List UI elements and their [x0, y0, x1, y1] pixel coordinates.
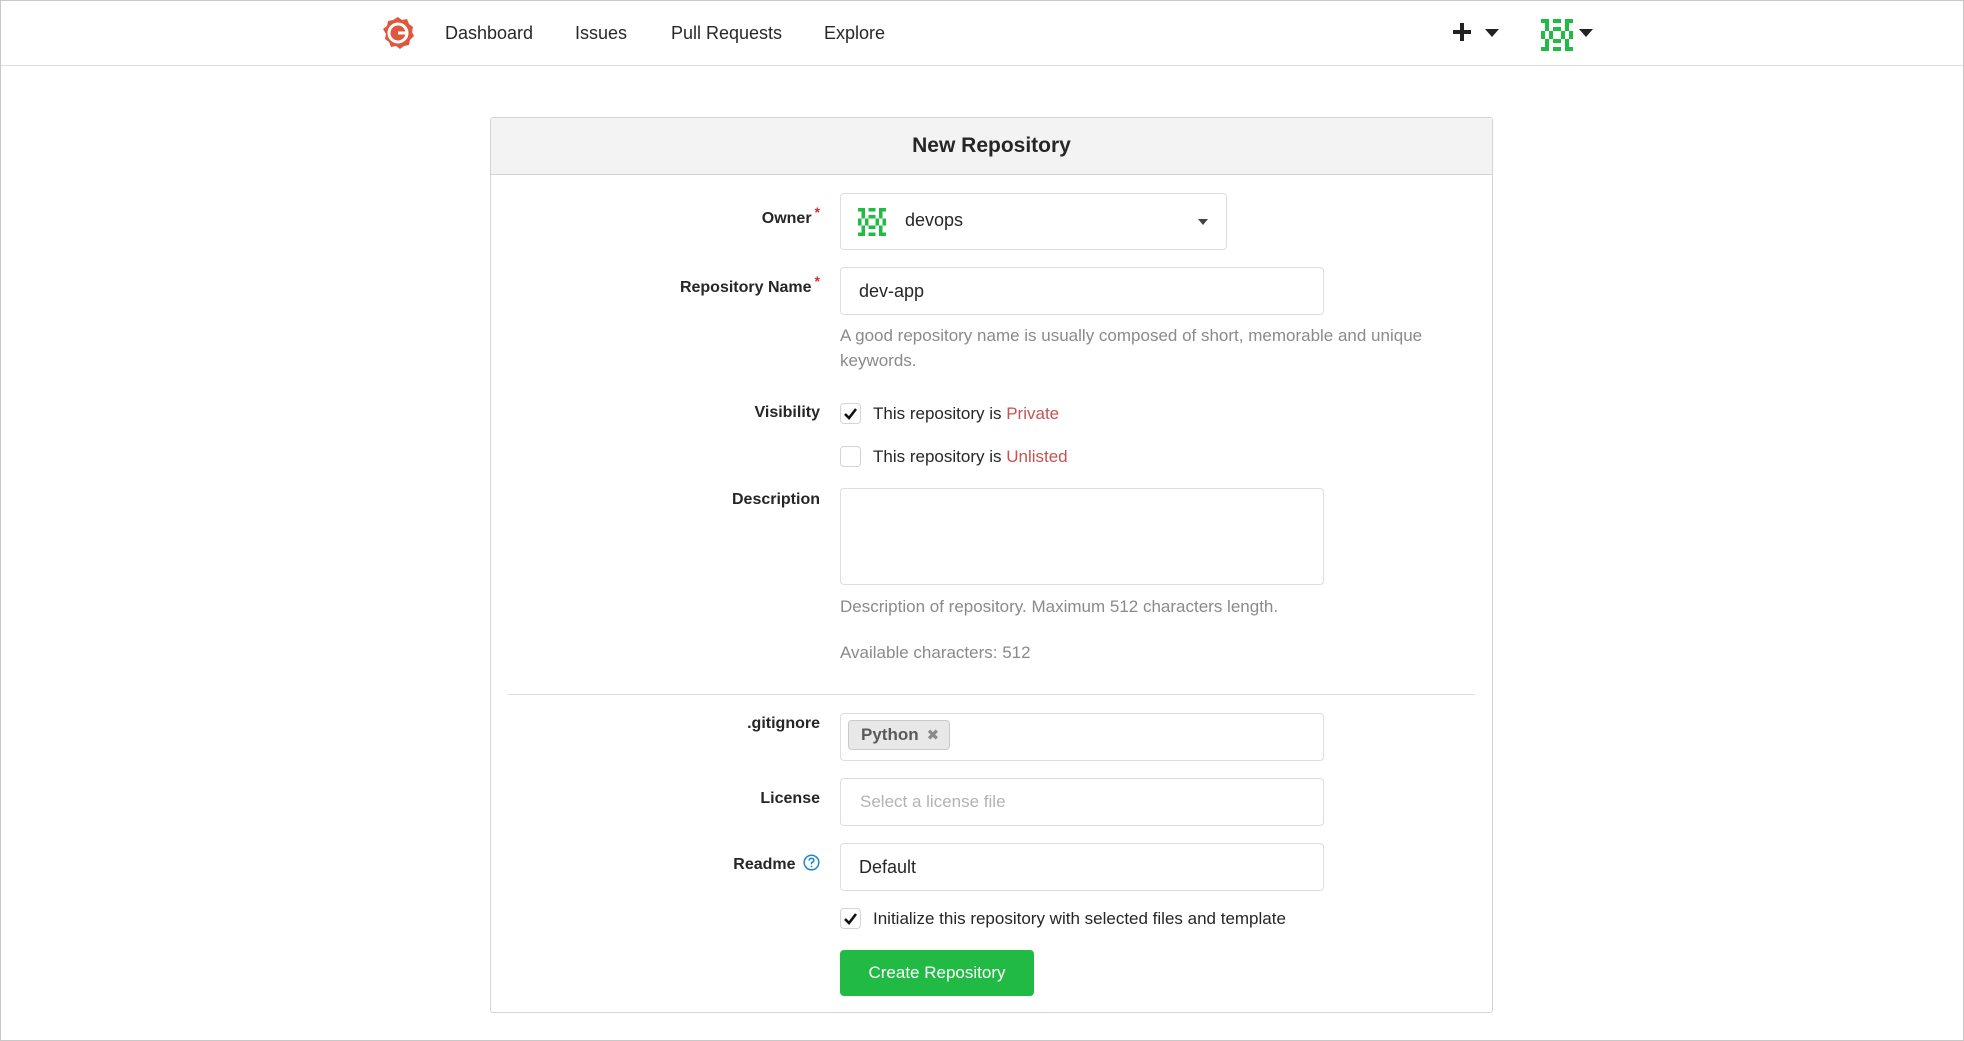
- nav-pull-requests[interactable]: Pull Requests: [671, 1, 782, 65]
- plus-icon[interactable]: [1451, 21, 1473, 43]
- available-characters: Available characters: 512: [840, 643, 1031, 662]
- readme-label: Readme: [733, 854, 820, 874]
- required-marker: *: [814, 204, 820, 220]
- license-label: License: [760, 790, 820, 807]
- user-menu-caret-icon[interactable]: [1579, 29, 1593, 37]
- gitignore-tag-label: Python: [861, 725, 919, 744]
- owner-label: Owner *: [761, 204, 820, 227]
- question-circle-icon[interactable]: [803, 854, 820, 871]
- new-repository-form: New Repository Owner * devops Repository…: [490, 117, 1493, 1013]
- init-label[interactable]: Initialize this repository with selected…: [873, 909, 1286, 929]
- repo-name-label: Repository Name *: [679, 273, 820, 296]
- gitignore-label: .gitignore: [747, 715, 820, 732]
- license-select[interactable]: Select a license file: [840, 778, 1324, 826]
- user-avatar-icon[interactable]: [1541, 19, 1573, 51]
- owner-avatar-icon: [858, 208, 886, 236]
- repo-name-value: dev-app: [859, 281, 925, 301]
- readme-value: Default: [859, 857, 917, 877]
- private-checkbox[interactable]: [840, 403, 861, 424]
- form-title: New Repository: [491, 118, 1492, 175]
- private-label[interactable]: This repository is Private: [873, 404, 1059, 424]
- checkmark-icon: [844, 408, 858, 420]
- gitignore-select[interactable]: Python ✖: [840, 713, 1324, 761]
- create-repository-button[interactable]: Create Repository: [840, 950, 1034, 996]
- top-navbar: Dashboard Issues Pull Requests Explore: [1, 1, 1963, 66]
- remove-tag-icon[interactable]: ✖: [927, 727, 940, 744]
- init-checkbox[interactable]: [840, 908, 861, 929]
- nav-dashboard[interactable]: Dashboard: [445, 1, 533, 65]
- gitea-logo-icon[interactable]: [381, 16, 415, 50]
- owner-dropdown[interactable]: devops: [840, 193, 1227, 250]
- readme-select[interactable]: Default: [840, 843, 1324, 891]
- owner-value: devops: [905, 210, 964, 230]
- description-label: Description: [731, 491, 820, 508]
- required-marker: *: [814, 273, 820, 289]
- unlisted-label[interactable]: This repository is Unlisted: [873, 447, 1068, 467]
- section-divider: [508, 694, 1475, 695]
- unlisted-checkbox[interactable]: [840, 446, 861, 467]
- description-textarea[interactable]: [840, 488, 1324, 585]
- repo-name-input[interactable]: dev-app: [840, 267, 1324, 315]
- gitignore-tag[interactable]: Python ✖: [848, 720, 951, 750]
- checkmark-icon: [844, 913, 858, 925]
- create-menu-caret-icon[interactable]: [1485, 29, 1499, 37]
- browser-frame: Dashboard Issues Pull Requests Explore N…: [0, 0, 1964, 1041]
- visibility-label: Visibility: [754, 404, 820, 421]
- nav-explore[interactable]: Explore: [824, 1, 885, 65]
- repo-name-help: A good repository name is usually compos…: [840, 326, 1423, 370]
- chevron-down-icon: [1198, 219, 1208, 225]
- license-placeholder: Select a license file: [860, 792, 1006, 811]
- description-help: Description of repository. Maximum 512 c…: [840, 597, 1279, 616]
- nav-issues[interactable]: Issues: [575, 1, 627, 65]
